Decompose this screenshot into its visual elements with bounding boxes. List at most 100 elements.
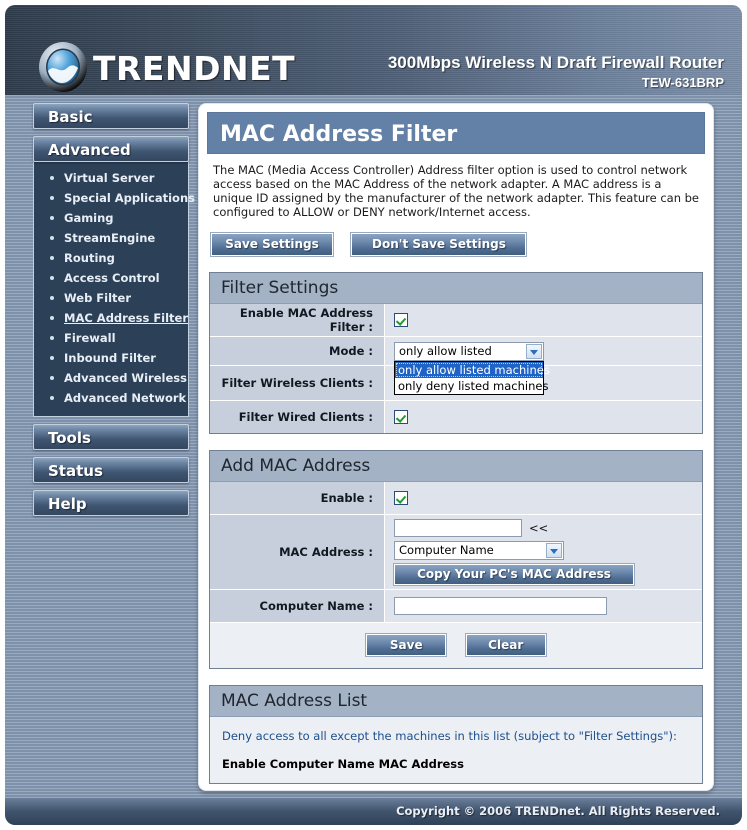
product-line-text: 300Mbps Wireless N Draft Firewall Router [387,53,724,72]
mode-option-deny[interactable]: only deny listed machines [395,378,548,394]
enable-mac-filter-checkbox[interactable] [394,313,408,327]
router-admin-window: TRENDNET 300Mbps Wireless N Draft Firewa… [5,5,742,825]
mac-list-column-headers: Enable Computer Name MAC Address [210,743,702,783]
field-enable [385,482,702,514]
advanced-submenu: Virtual Server Special Applications Gami… [33,162,195,417]
label-mode: Mode : [210,337,385,365]
row-enable-mac-filter: Enable MAC Address Filter : [210,304,702,337]
clear-button[interactable]: Clear [464,633,547,657]
mode-select-wrapper: only allow listed machines only allow li… [394,341,550,395]
label-filter-wired-clients: Filter Wired Clients : [210,401,385,433]
sidebar-label-routing: Routing [64,251,115,265]
copy-pc-mac-address-button[interactable]: Copy Your PC's MAC Address [393,563,635,586]
mac-address-list-title: MAC Address List [221,691,368,711]
field-computer-name [385,590,702,622]
row-filter-wired-clients: Filter Wired Clients : [210,401,702,433]
row-computer-name: Computer Name : [210,590,702,623]
sidebar-label-special-applications: Special Applications [64,191,195,205]
sidebar-label-inbound-filter: Inbound Filter [64,351,156,365]
model-number-text: TEW-631BRP [641,75,724,90]
label-mac-address: MAC Address : [210,515,385,589]
sidebar-label-basic: Basic [48,108,93,126]
field-filter-wired-clients [385,401,702,433]
sidebar-label-virtual-server: Virtual Server [64,171,155,185]
sidebar-nav: Basic Advanced Virtual Server Special Ap… [33,103,195,523]
field-mac-address: << Computer Name Copy Your PC's MAC Addr… [385,515,702,589]
sidebar-item-routing[interactable]: Routing [34,248,188,268]
page-body: Basic Advanced Virtual Server Special Ap… [5,95,742,798]
row-mac-address: MAC Address : << Computer Name Copy Your… [210,515,702,590]
sidebar-item-advanced-wireless[interactable]: Advanced Wireless [34,368,188,388]
add-mac-address-panel: Add MAC Address Enable : MAC Address : <… [209,450,703,669]
sidebar-item-tools[interactable]: Tools [33,424,189,450]
mode-select[interactable]: only allow listed machines [394,341,544,375]
sidebar-item-virtual-server[interactable]: Virtual Server [34,168,188,188]
field-mode: only allow listed machines only allow li… [385,337,702,395]
mac-address-input[interactable] [394,519,522,537]
sidebar-label-advanced-network: Advanced Network [64,391,187,405]
add-mac-action-buttons: Save Clear [210,623,702,668]
brand-wordmark: TRENDNET [93,49,296,88]
mac-address-list-header: MAC Address List [210,686,702,717]
sidebar-item-status[interactable]: Status [33,457,189,483]
add-mac-address-header: Add MAC Address [210,451,702,482]
sidebar-label-advanced: Advanced [48,141,131,159]
dont-save-settings-button[interactable]: Don't Save Settings [350,232,528,257]
sidebar-label-streamengine: StreamEngine [64,231,156,245]
filter-settings-header: Filter Settings [210,273,702,304]
save-settings-button[interactable]: Save Settings [210,232,334,257]
sidebar-item-mac-address-filter[interactable]: MAC Address Filter [34,308,188,328]
filter-wired-clients-checkbox[interactable] [394,410,408,424]
top-action-buttons: Save Settings Don't Save Settings [210,232,713,257]
sidebar-item-gaming[interactable]: Gaming [34,208,188,228]
label-filter-wireless-clients: Filter Wireless Clients : [210,366,385,400]
page-title-bar: MAC Address Filter [207,112,705,154]
label-enable-mac-filter: Enable MAC Address Filter : [210,304,385,336]
computer-name-select-value: Computer Name [399,543,494,557]
field-enable-mac-filter [385,304,702,336]
sidebar-item-streamengine[interactable]: StreamEngine [34,228,188,248]
sidebar-label-gaming: Gaming [64,211,114,225]
page-title: MAC Address Filter [220,122,458,147]
sidebar-label-advanced-wireless: Advanced Wireless [64,371,187,385]
sidebar-label-firewall: Firewall [64,331,116,345]
enable-mac-entry-checkbox[interactable] [394,491,408,505]
sidebar-label-access-control: Access Control [64,271,160,285]
sidebar-item-advanced-network[interactable]: Advanced Network [34,388,188,408]
page-description: The MAC (Media Access Controller) Addres… [213,163,700,219]
row-enable: Enable : [210,482,702,515]
computer-name-input[interactable] [394,597,607,615]
page-footer: Copyright © 2006 TRENDnet. All Rights Re… [5,798,742,825]
filter-settings-title: Filter Settings [221,278,339,298]
chevron-down-icon[interactable] [526,343,542,359]
sidebar-item-access-control[interactable]: Access Control [34,268,188,288]
sidebar-item-special-applications[interactable]: Special Applications [34,188,195,208]
mac-list-note: Deny access to all except the machines i… [210,717,702,743]
sidebar-label-status: Status [48,462,103,480]
sidebar-item-firewall[interactable]: Firewall [34,328,188,348]
label-computer-name: Computer Name : [210,590,385,622]
sidebar-item-inbound-filter[interactable]: Inbound Filter [34,348,188,368]
sidebar-label-tools: Tools [48,429,91,447]
mode-options-list[interactable]: only allow listed machines only deny lis… [394,360,550,395]
chevron-down-icon[interactable] [546,543,562,558]
mode-option-allow[interactable]: only allow listed machines [395,361,550,378]
computer-name-select[interactable]: Computer Name [394,541,564,560]
mac-address-list-panel: MAC Address List Deny access to all exce… [209,685,703,784]
sidebar-label-web-filter: Web Filter [64,291,132,305]
copy-from-list-button[interactable]: << [529,521,548,535]
sidebar-item-help[interactable]: Help [33,490,189,516]
sidebar-item-web-filter[interactable]: Web Filter [34,288,188,308]
content-panel: MAC Address Filter The MAC (Media Access… [198,103,714,791]
sidebar-item-basic[interactable]: Basic [33,103,189,129]
add-mac-address-title: Add MAC Address [221,456,371,476]
save-button[interactable]: Save [365,633,448,657]
sidebar-label-mac-address-filter: MAC Address Filter [64,311,189,325]
copyright-text: Copyright © 2006 TRENDnet. All Rights Re… [396,804,720,818]
filter-settings-panel: Filter Settings Enable MAC Address Filte… [209,272,703,434]
label-enable: Enable : [210,482,385,514]
sidebar-label-help: Help [48,495,87,513]
sidebar-item-advanced[interactable]: Advanced [33,136,189,162]
row-mode: Mode : only allow listed machines only a… [210,337,702,395]
trendnet-logo-icon [39,42,87,92]
